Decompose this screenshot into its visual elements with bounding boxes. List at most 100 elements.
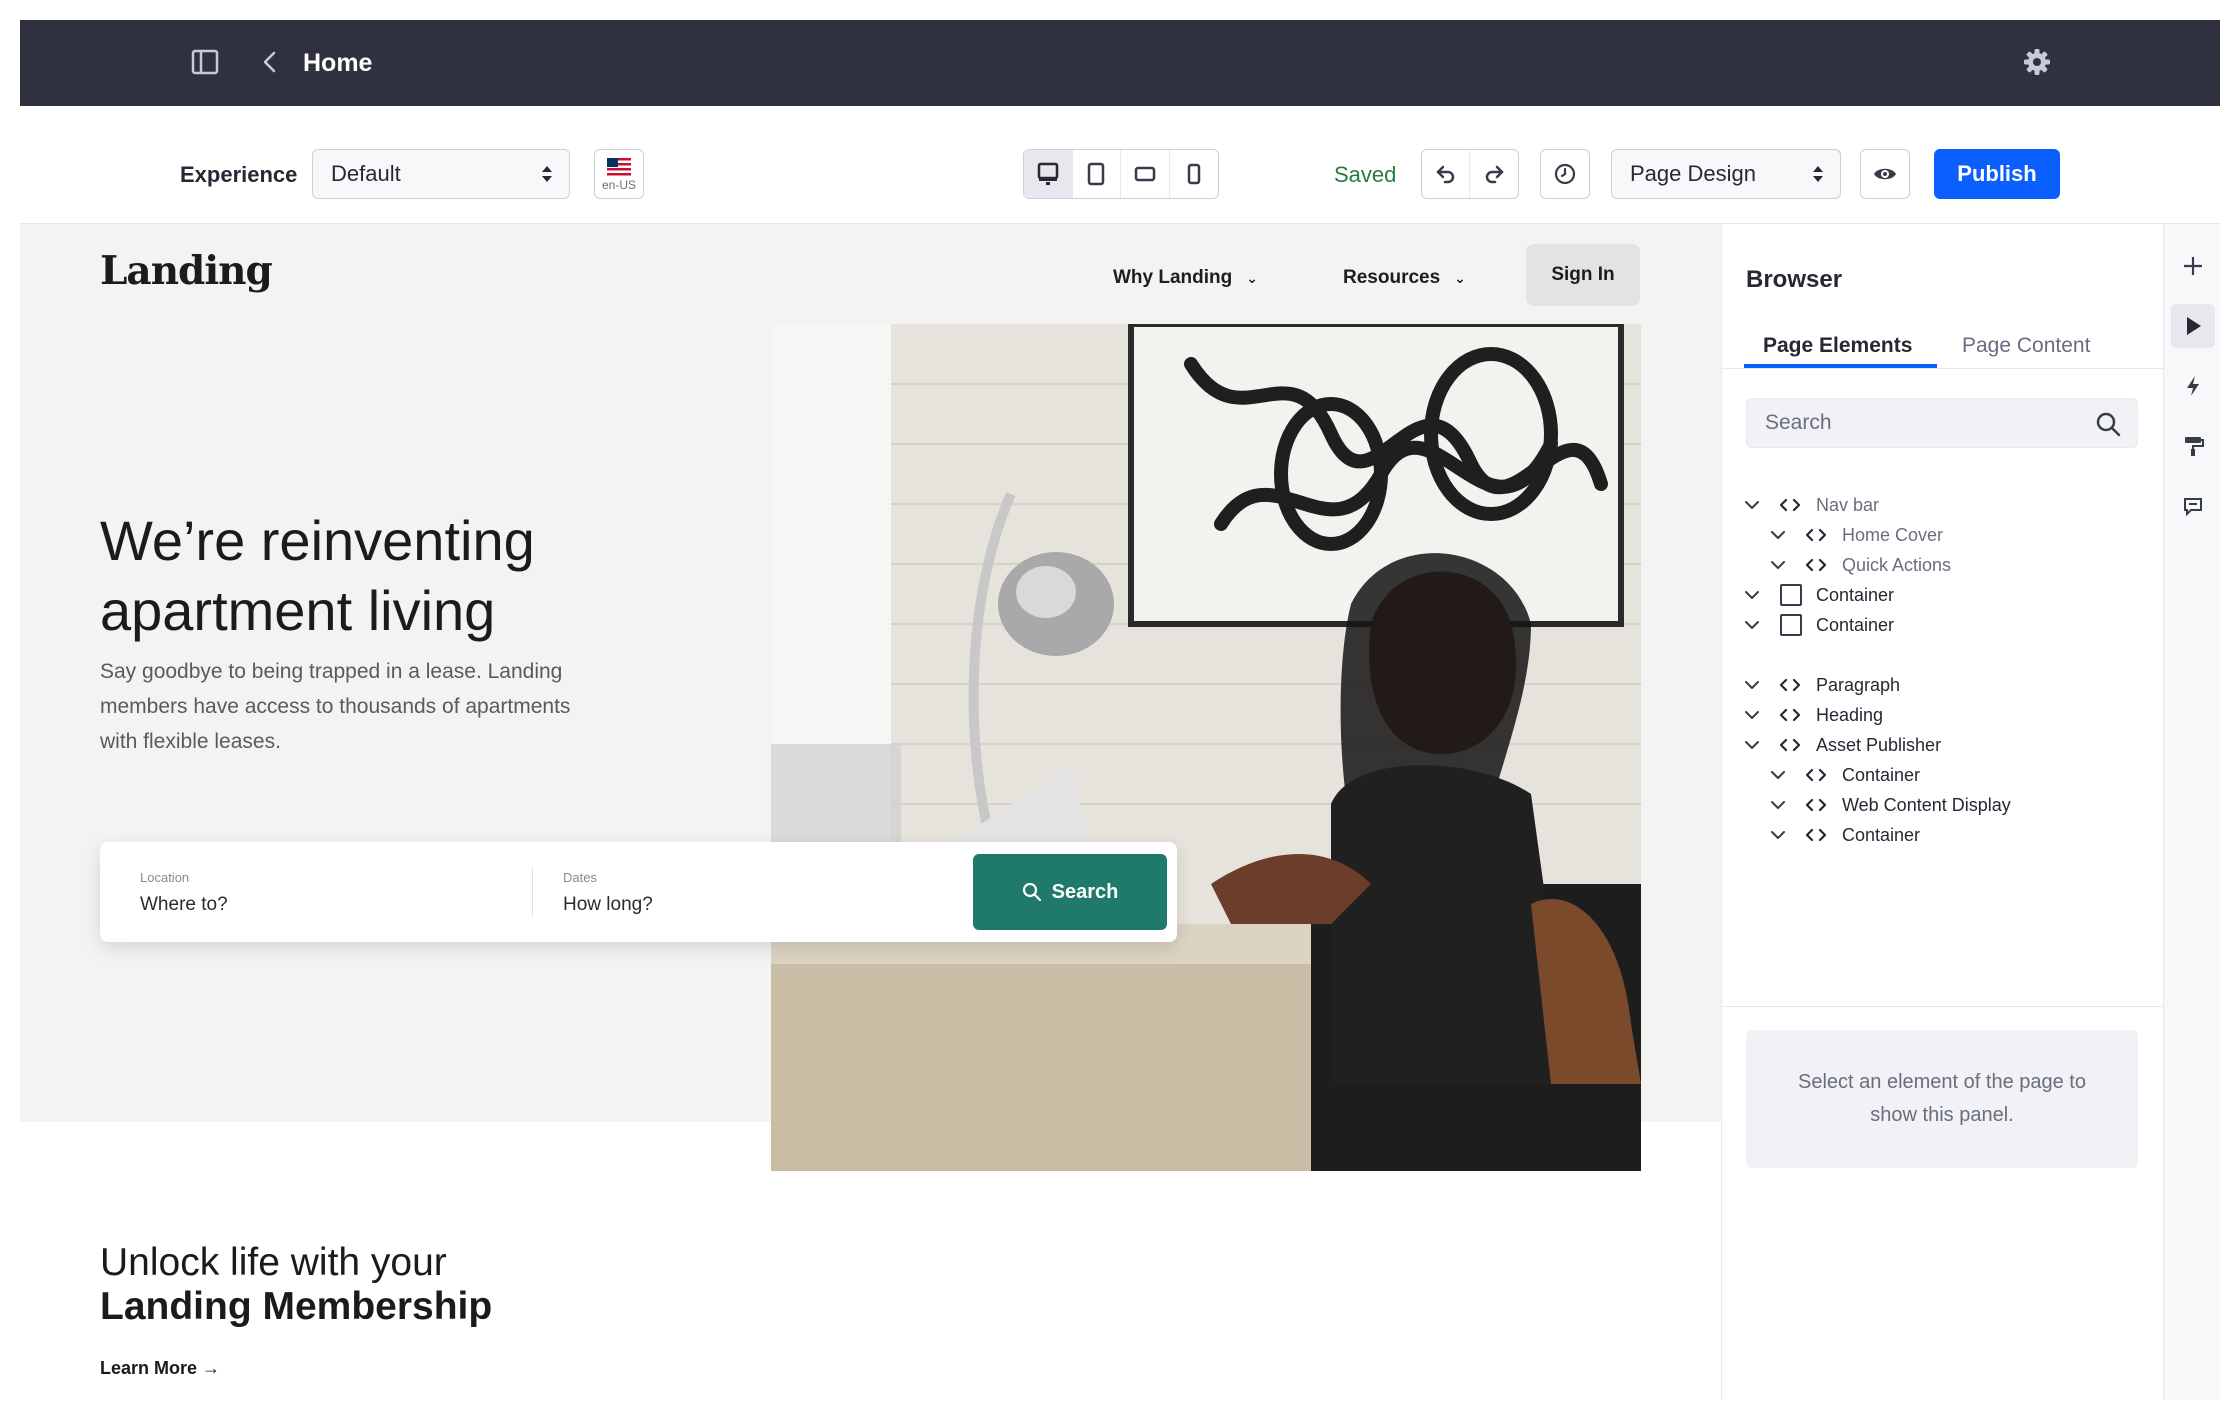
hero-image — [771, 324, 1641, 1171]
dates-label: Dates — [563, 870, 597, 885]
tree-item[interactable]: Web Content Display — [1770, 790, 2011, 820]
code-icon — [1806, 528, 1828, 542]
comments-button[interactable] — [2171, 484, 2215, 528]
tree-item-label: Asset Publisher — [1816, 734, 1942, 755]
tree-item-label: Nav bar — [1816, 494, 1880, 515]
device-preview-group — [1023, 149, 1219, 199]
chevron-down-icon: ⌄ — [1454, 270, 1466, 286]
search-card: Location Where to? Dates How long? Searc… — [100, 842, 1177, 942]
tree-item[interactable]: Nav bar — [1744, 490, 1879, 520]
interactions-button[interactable] — [2171, 364, 2215, 408]
chevron-down-icon[interactable] — [1770, 769, 1788, 781]
tree-item[interactable]: Paragraph — [1744, 670, 1900, 700]
container-icon — [1780, 614, 1802, 636]
search-button[interactable]: Search — [973, 854, 1167, 930]
tablet-preview-button[interactable] — [1073, 150, 1121, 198]
chevron-down-icon[interactable] — [1744, 499, 1762, 511]
select-arrows-icon — [542, 166, 552, 182]
tree-item-label: Heading — [1816, 704, 1884, 725]
chevron-down-icon[interactable] — [1770, 529, 1788, 541]
tab-divider — [1722, 368, 2164, 369]
clock-icon — [1554, 163, 1576, 185]
learn-more-link[interactable]: Learn More → — [100, 1358, 220, 1379]
chevron-down-icon[interactable] — [1770, 799, 1788, 811]
redo-icon — [1485, 165, 1504, 184]
undo-button[interactable] — [1422, 150, 1470, 198]
tree-item[interactable]: Container — [1744, 610, 1894, 640]
tab-page-content[interactable]: Page Content — [1962, 332, 2090, 360]
tree-item-label: Container — [1816, 614, 1895, 635]
gear-icon[interactable] — [2021, 46, 2053, 78]
mode-select[interactable]: Page Design — [1611, 149, 1841, 199]
tab-page-elements[interactable]: Page Elements — [1763, 332, 1912, 360]
nav-resources[interactable]: Resources ⌄ — [1343, 264, 1466, 292]
language-selector[interactable]: en-US — [594, 149, 644, 199]
hero-heading-line2: apartment living — [100, 579, 496, 642]
tree-item-label: Paragraph — [1816, 674, 1901, 695]
tree-item-label: Web Content Display — [1842, 794, 2011, 815]
search-icon[interactable] — [2095, 411, 2121, 437]
tree-item[interactable]: Container — [1770, 760, 1920, 790]
experience-select[interactable]: Default — [312, 149, 570, 199]
preview-button[interactable] — [1860, 149, 1910, 199]
hero-heading: We’re reinventing apartment living — [100, 506, 620, 646]
tree-item[interactable]: Heading — [1744, 700, 1883, 730]
experience-value: Default — [331, 161, 401, 186]
panel-search-placeholder: Search — [1765, 411, 1832, 434]
back-icon[interactable] — [256, 48, 284, 76]
history-button[interactable] — [1540, 149, 1590, 199]
membership-heading-line1: Unlock life with your — [100, 1241, 447, 1284]
chevron-down-icon: ⌄ — [1246, 270, 1258, 286]
page-canvas: Landing Why Landing ⌄ Resources ⌄ Sign In … — [20, 224, 1721, 1400]
nav-why-label: Why Landing — [1113, 267, 1233, 288]
woman-at-desk-illustration — [771, 324, 1641, 1171]
location-label: Location — [140, 870, 190, 885]
chevron-down-icon[interactable] — [1744, 679, 1762, 691]
select-arrows-icon — [1813, 166, 1823, 182]
page-design-button[interactable] — [2171, 424, 2215, 468]
code-icon — [1780, 708, 1802, 722]
add-fragment-button[interactable] — [2171, 244, 2215, 288]
dates-input[interactable]: How long? — [563, 894, 653, 916]
mode-value: Page Design — [1630, 161, 1756, 186]
undo-redo-group — [1421, 149, 1519, 199]
tree-item[interactable]: Quick Actions — [1770, 550, 1951, 580]
hero-heading-line1: We’re reinventing — [100, 509, 535, 572]
field-divider — [532, 868, 533, 916]
tree-item[interactable]: Home Cover — [1770, 520, 1943, 550]
panel-search-input[interactable]: Search — [1746, 398, 2138, 448]
chevron-down-icon[interactable] — [1744, 619, 1762, 631]
sign-in-button[interactable]: Sign In — [1526, 244, 1640, 306]
top-bar: Home — [20, 20, 2220, 106]
plus-icon — [2184, 257, 2202, 275]
chevron-down-icon[interactable] — [1770, 559, 1788, 571]
empty-selection-message: Select an element of the page to show th… — [1746, 1030, 2138, 1168]
comment-icon — [2184, 498, 2202, 517]
chevron-down-icon[interactable] — [1744, 739, 1762, 751]
tree-item-label: Container — [1842, 764, 1921, 785]
tree-item[interactable]: Container — [1770, 820, 1920, 850]
chevron-down-icon[interactable] — [1744, 709, 1762, 721]
undo-icon — [1436, 165, 1454, 184]
mobile-preview-button[interactable] — [1170, 150, 1219, 198]
location-input[interactable]: Where to? — [140, 894, 228, 916]
site-logo[interactable]: Landing — [100, 248, 273, 294]
nav-why-landing[interactable]: Why Landing ⌄ — [1113, 264, 1258, 292]
landscape-preview-button[interactable] — [1121, 150, 1170, 198]
chevron-down-icon[interactable] — [1770, 829, 1788, 841]
sidebar-toggle-icon[interactable] — [190, 48, 220, 76]
chevron-down-icon[interactable] — [1744, 589, 1762, 601]
code-icon — [1806, 828, 1828, 842]
code-icon — [1806, 558, 1828, 572]
mobile-icon — [1187, 163, 1200, 185]
search-icon — [1022, 882, 1041, 902]
nav-resources-label: Resources — [1343, 267, 1441, 288]
browser-button[interactable] — [2171, 304, 2215, 348]
tree-item[interactable]: Container — [1744, 580, 1894, 610]
code-icon — [1780, 738, 1802, 752]
redo-button[interactable] — [1470, 150, 1518, 198]
tree-item[interactable]: Asset Publisher — [1744, 730, 1941, 760]
hero-paragraph: Say goodbye to being trapped in a lease.… — [100, 660, 571, 753]
publish-button[interactable]: Publish — [1934, 149, 2060, 199]
desktop-preview-button[interactable] — [1024, 150, 1073, 198]
